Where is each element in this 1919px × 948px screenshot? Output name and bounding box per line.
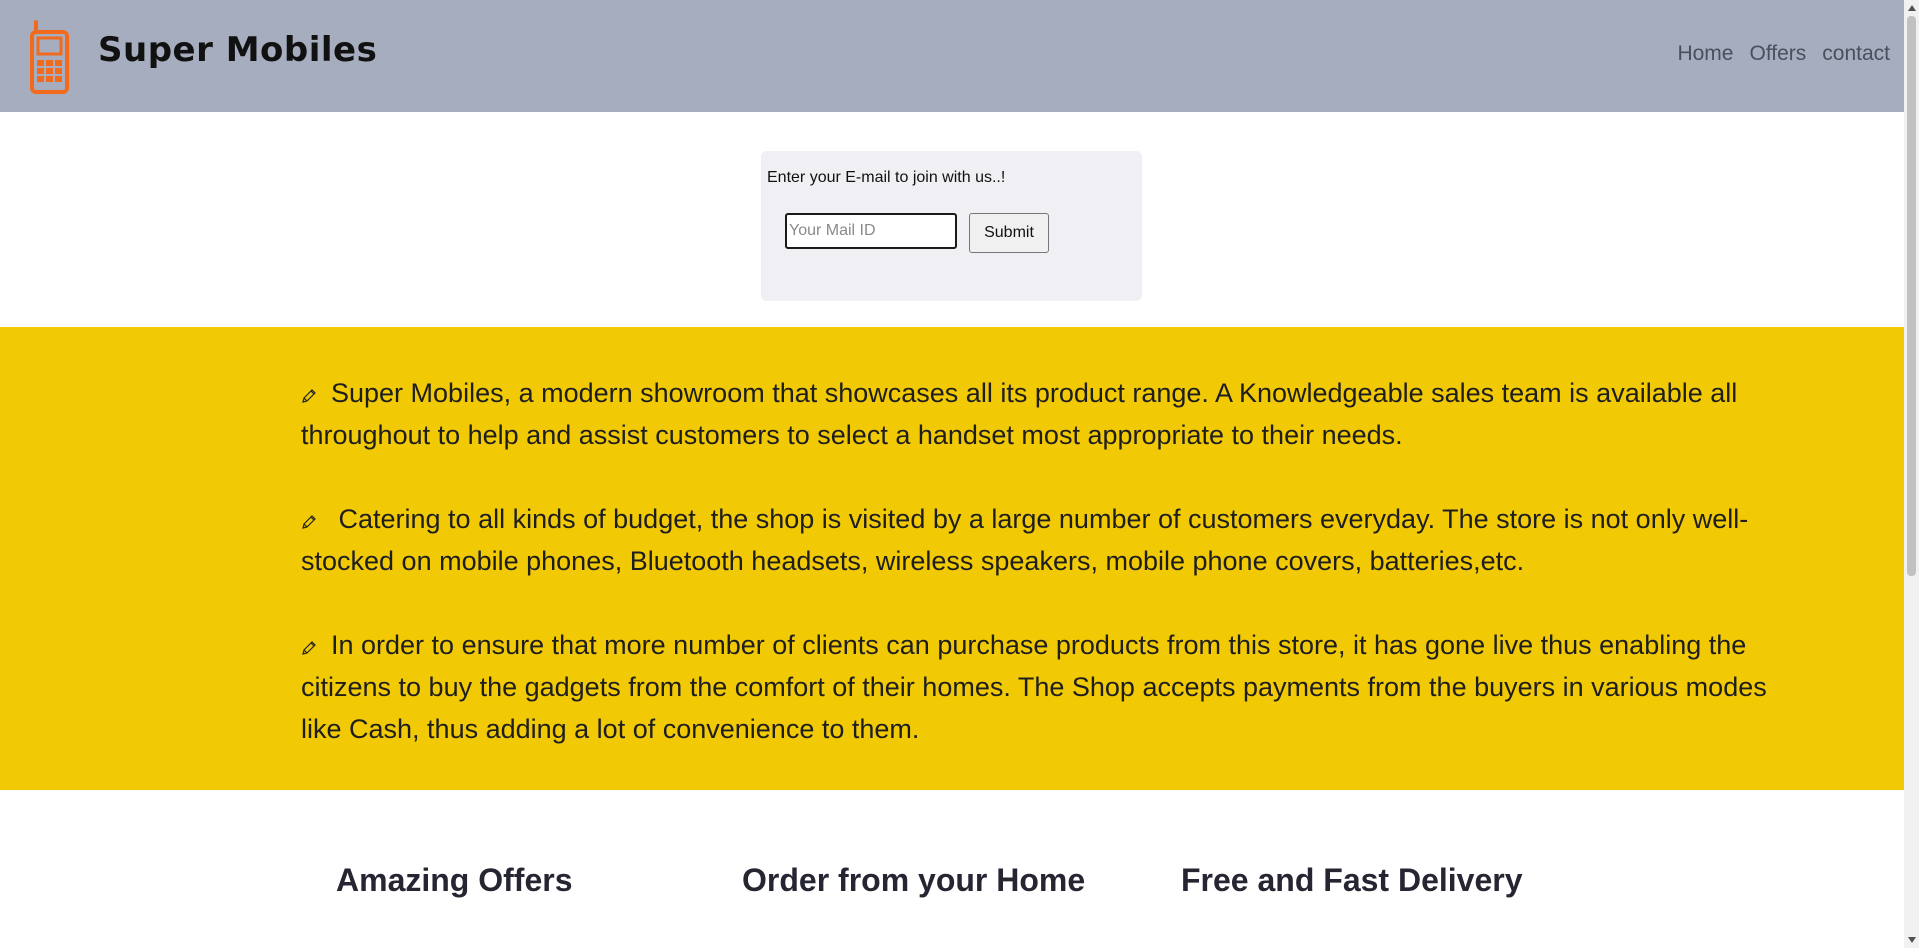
pencil-icon [302,641,316,655]
about-paragraph: In order to ensure that more number of c… [301,624,1801,750]
newsletter-form: Enter your E-mail to join with us..! Sub… [761,151,1142,301]
feature-title-offers: Amazing Offers [336,862,573,898]
nav-contact-link[interactable]: contact [1814,42,1898,66]
page-scrollbar[interactable] [1904,0,1919,948]
scroll-up-icon[interactable] [1904,0,1919,16]
about-paragraph: Super Mobiles, a modern showroom that sh… [301,372,1801,456]
brand-title: Super Mobiles [98,30,378,70]
email-input[interactable] [785,213,957,249]
newsletter-prompt: Enter your E-mail to join with us..! [767,169,1006,186]
feature-title-order: Order from your Home [742,862,1086,898]
nav-home-link[interactable]: Home [1669,42,1741,66]
scroll-thumb[interactable] [1907,16,1916,576]
submit-button[interactable]: Submit [969,213,1049,253]
about-paragraph-text: Catering to all kinds of budget, the sho… [301,504,1749,576]
scroll-down-icon[interactable] [1904,932,1919,948]
about-paragraph: Catering to all kinds of budget, the sho… [301,498,1801,582]
about-paragraph-text: In order to ensure that more number of c… [301,630,1767,744]
feature-title-delivery: Free and Fast Delivery [1181,862,1523,898]
about-paragraph-text: Super Mobiles, a modern showroom that sh… [301,378,1738,450]
main-nav: Home Offers contact [1669,42,1898,66]
nav-offers-link[interactable]: Offers [1741,42,1814,66]
pencil-icon [302,515,316,529]
pencil-icon [302,389,316,403]
mobile-phone-icon [30,20,69,94]
site-header: Super Mobiles Home Offers contact [0,0,1904,112]
about-section: Super Mobiles, a modern showroom that sh… [0,327,1904,790]
